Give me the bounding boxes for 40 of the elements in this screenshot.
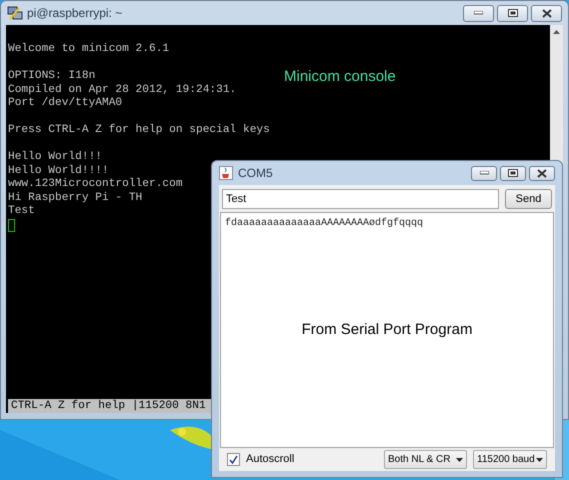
- terminal-line: Port /dev/ttyAMA0: [8, 97, 122, 110]
- minimize-icon: [474, 11, 483, 15]
- terminal-line: Welcome to minicom 2.6.1: [8, 43, 170, 56]
- check-icon: [229, 455, 238, 464]
- maximize-button[interactable]: [500, 166, 526, 180]
- caret-icon: [456, 458, 463, 462]
- cup-icon: [219, 166, 233, 180]
- close-button[interactable]: [531, 4, 562, 22]
- dropdown-value: Both NL & CR: [388, 453, 450, 467]
- maximize-button[interactable]: [497, 4, 528, 22]
- minimize-button[interactable]: [471, 166, 497, 180]
- line-ending-dropdown[interactable]: Both NL & CR: [384, 450, 467, 469]
- baud-rate-dropdown[interactable]: 115200 baud: [473, 450, 547, 469]
- serial-output-text: fdaaaaaaaaaaaaaaAAAAAAAAødfgfqqqq: [225, 216, 424, 231]
- maximize-icon: [508, 9, 518, 17]
- terminal-line: Hello World!!!!: [8, 164, 109, 178]
- annotation-label: From Serial Port Program: [300, 320, 474, 340]
- close-icon: [537, 168, 547, 178]
- autoscroll-label: Autoscroll: [246, 452, 296, 468]
- minimize-icon: [480, 171, 488, 175]
- close-button[interactable]: [529, 166, 555, 180]
- terminal-line: OPTIONS: I18n: [8, 70, 96, 84]
- terminal-line: www.123Microcontroller.com: [8, 178, 183, 192]
- window-title: COM5: [238, 165, 273, 182]
- computers-icon: [7, 5, 23, 21]
- caret-icon: [536, 458, 543, 462]
- annotation-label: Minicom console: [284, 70, 396, 84]
- terminal-line: Hello World!!!: [8, 151, 102, 164]
- terminal-line: Hi Raspberry Pi - TH: [8, 192, 142, 205]
- send-button[interactable]: Send: [505, 189, 552, 209]
- window-title: pi@raspberrypi: ~: [27, 5, 122, 22]
- dropdown-value: 115200 baud: [477, 453, 535, 467]
- minimize-button[interactable]: [463, 4, 494, 22]
- terminal-line: Press CTRL-A Z for help on special keys: [8, 124, 270, 138]
- terminal-line: Test: [8, 205, 35, 218]
- maximize-icon: [508, 169, 518, 177]
- message-input-field[interactable]: Test: [222, 189, 499, 209]
- terminal-line: Compiled on Apr 28 2012, 19:24:31.: [8, 84, 236, 96]
- close-icon: [542, 8, 552, 18]
- autoscroll-checkbox[interactable]: [227, 453, 240, 466]
